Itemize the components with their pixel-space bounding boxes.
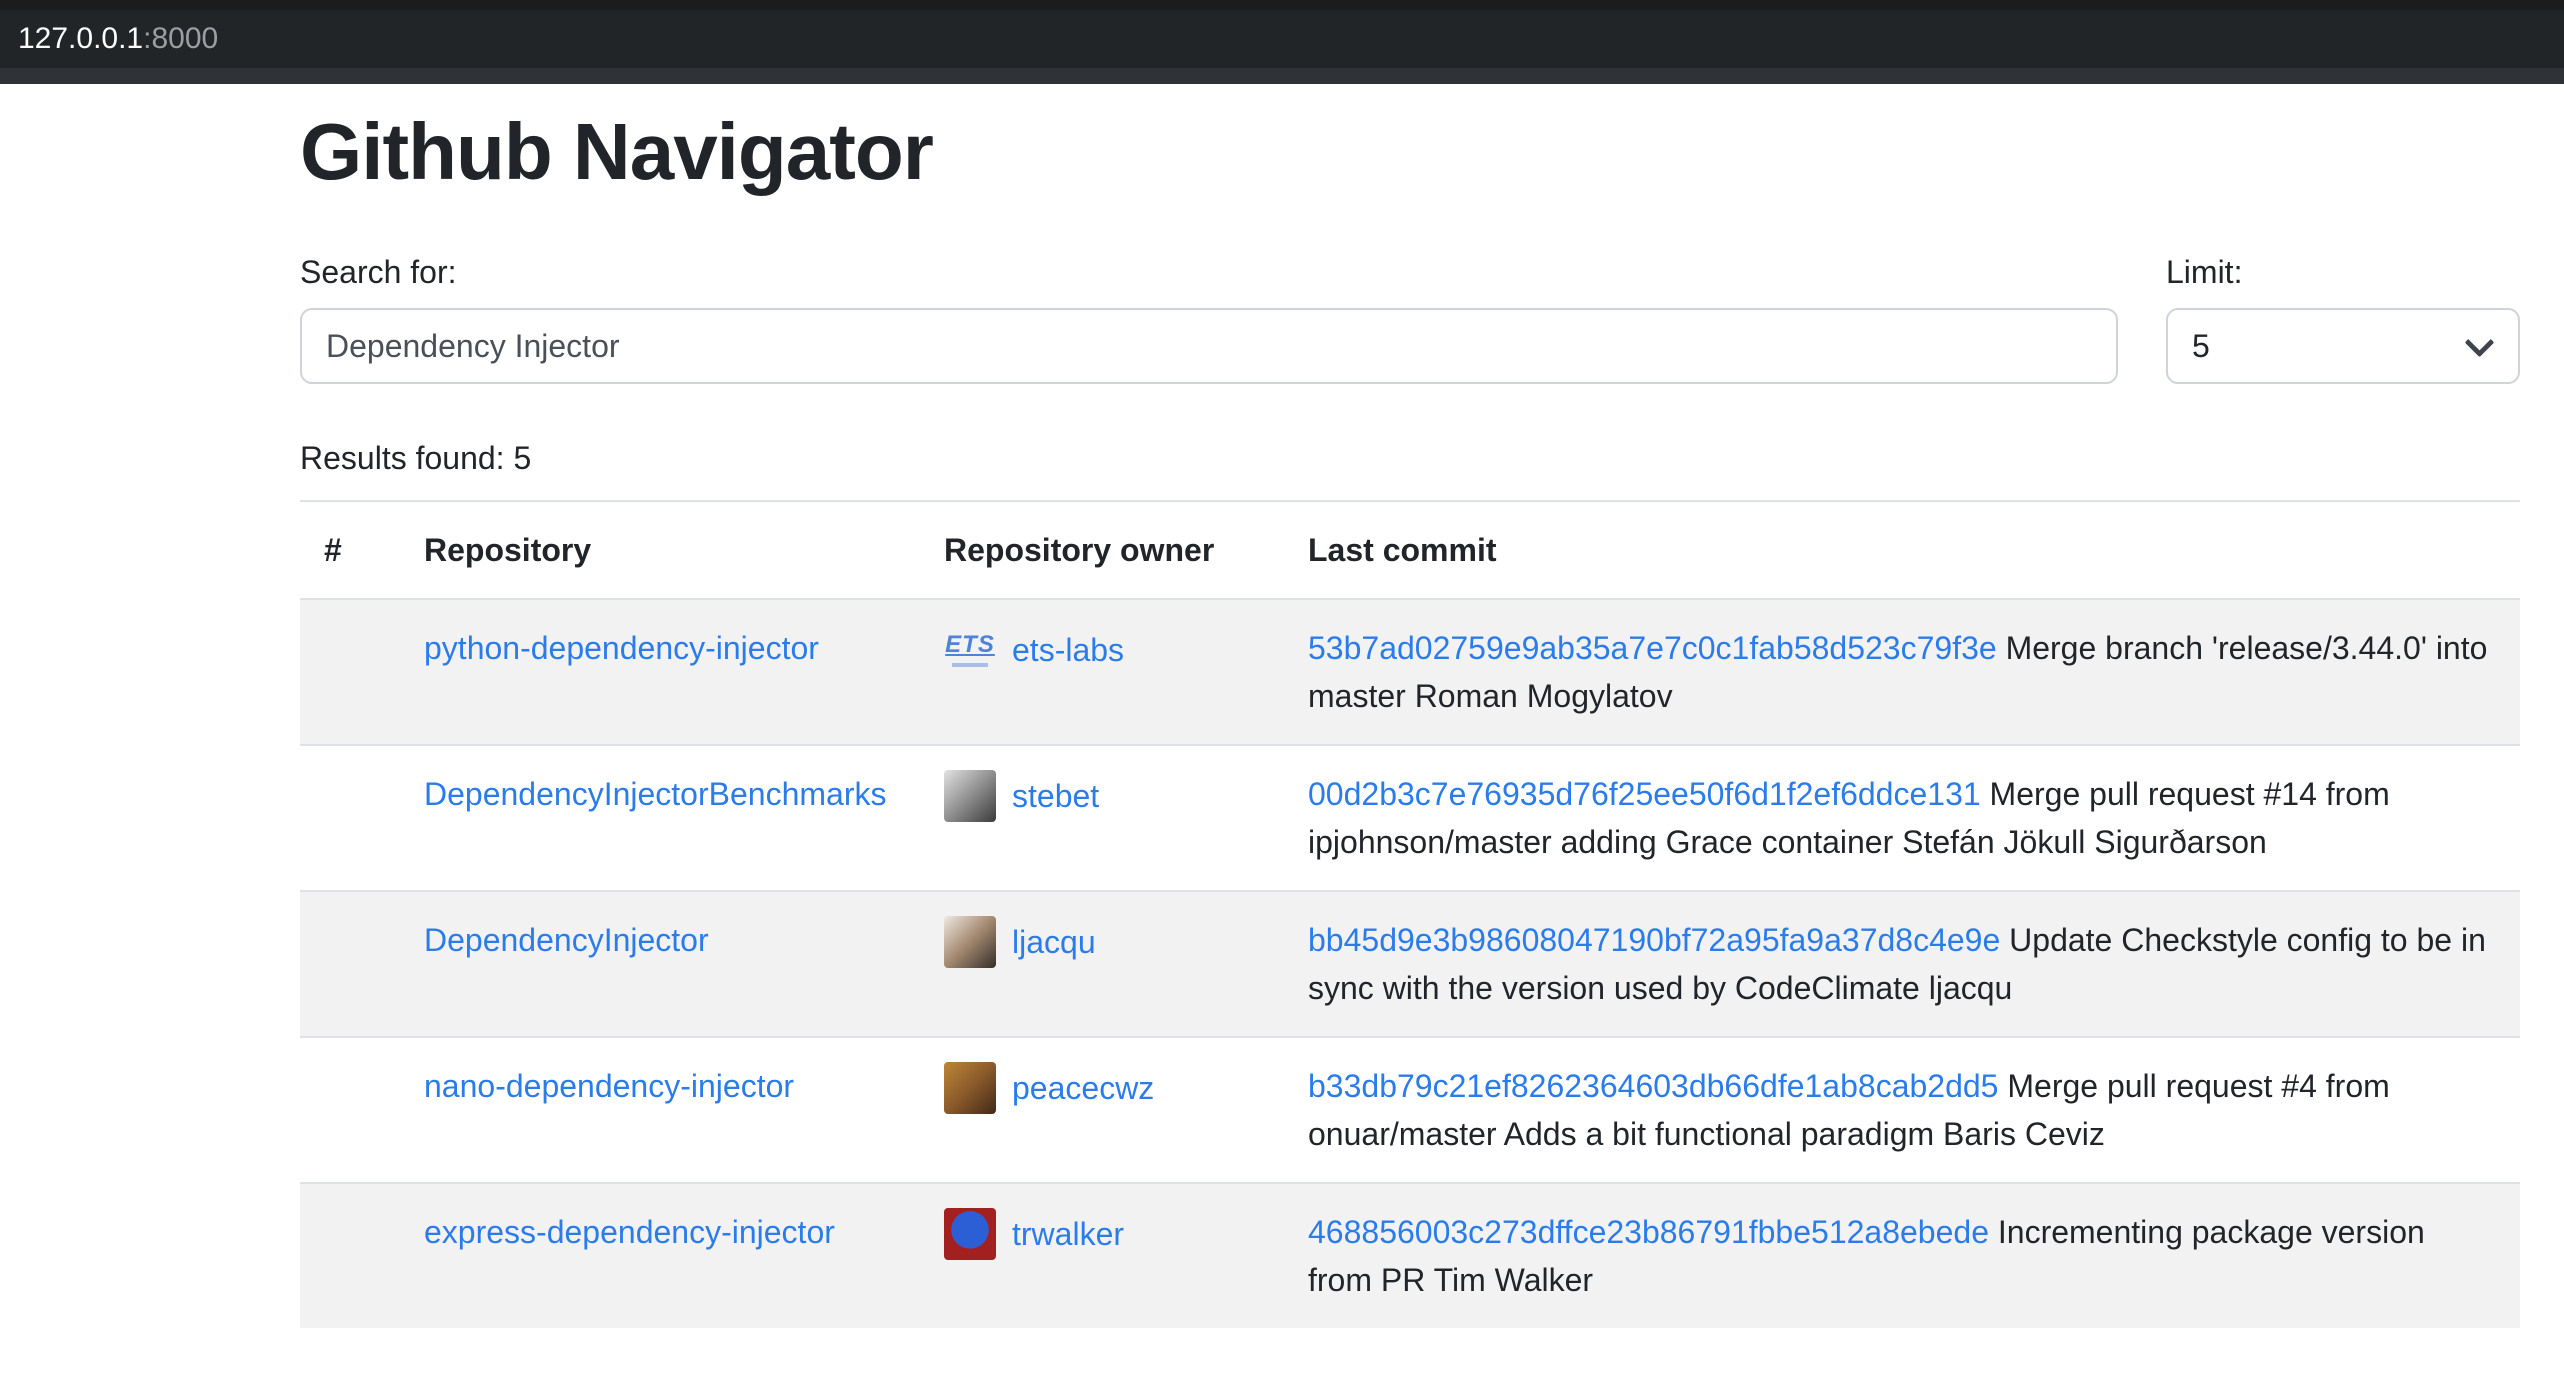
repository-link[interactable]: DependencyInjectorBenchmarks [424, 776, 886, 812]
content-container: Github Navigator Search for: Limit: 5 Re… [300, 104, 2520, 1328]
address-bar[interactable]: 127.0.0.1:8000 [0, 10, 2564, 68]
repository-link[interactable]: python-dependency-injector [424, 630, 819, 666]
url-host: 127.0.0.1 [18, 22, 143, 56]
search-form: Search for: Limit: 5 [300, 248, 2520, 384]
row-number [300, 1037, 400, 1183]
search-label: Search for: [300, 248, 2118, 296]
commit-sha-link[interactable]: 53b7ad02759e9ab35a7e7c0c1fab58d523c79f3e [1308, 630, 1997, 666]
table-row: DependencyInjectorBenchmarks stebet 00d2… [300, 745, 2520, 891]
table-row: DependencyInjector ljacqu bb45d9e3b98608… [300, 891, 2520, 1037]
owner-link[interactable]: peacecwz [1012, 1064, 1154, 1112]
row-number [300, 745, 400, 891]
commit-sha-link[interactable]: 00d2b3c7e76935d76f25ee50f6d1f2ef6ddce131 [1308, 776, 1981, 812]
owner-link[interactable]: stebet [1012, 772, 1099, 820]
owner-avatar: ETS [944, 624, 996, 676]
page: 127.0.0.1:8000 Github Navigator Search f… [0, 0, 2564, 1394]
owner-link[interactable]: trwalker [1012, 1210, 1124, 1258]
commit-sha-link[interactable]: bb45d9e3b98608047190bf72a95fa9a37d8c4e9e [1308, 922, 2000, 958]
table-row: express-dependency-injector trwalker 468… [300, 1183, 2520, 1328]
row-number [300, 1183, 400, 1328]
owner-link[interactable]: ljacqu [1012, 918, 1096, 966]
owner-avatar [944, 1208, 996, 1260]
repository-link[interactable]: express-dependency-injector [424, 1214, 835, 1250]
commit-sha-link[interactable]: 468856003c273dffce23b86791fbbe512a8ebede [1308, 1214, 1989, 1250]
header-repository: Repository [400, 501, 920, 599]
repository-link[interactable]: DependencyInjector [424, 922, 709, 958]
header-owner: Repository owner [920, 501, 1284, 599]
header-number: # [300, 501, 400, 599]
owner-link[interactable]: ets-labs [1012, 626, 1124, 674]
limit-group: Limit: 5 [2166, 248, 2520, 384]
search-input[interactable] [300, 308, 2118, 384]
search-group: Search for: [300, 248, 2118, 384]
browser-chrome-bottom [0, 68, 2564, 84]
row-number [300, 599, 400, 745]
results-summary: Results found: 5 [300, 434, 2520, 482]
page-title: Github Navigator [300, 104, 2520, 200]
owner-avatar [944, 1062, 996, 1114]
table-row: nano-dependency-injector peacecwz b33db7… [300, 1037, 2520, 1183]
owner-avatar [944, 916, 996, 968]
repository-link[interactable]: nano-dependency-injector [424, 1068, 794, 1104]
limit-label: Limit: [2166, 248, 2520, 296]
table-header-row: # Repository Repository owner Last commi… [300, 501, 2520, 599]
browser-chrome-top [0, 0, 2564, 10]
commit-sha-link[interactable]: b33db79c21ef8262364603db66dfe1ab8cab2dd5 [1308, 1068, 1998, 1104]
table-row: python-dependency-injector ETS ets-labs … [300, 599, 2520, 745]
url-port: :8000 [143, 22, 218, 56]
header-commit: Last commit [1284, 501, 2520, 599]
results-table: # Repository Repository owner Last commi… [300, 500, 2520, 1328]
owner-avatar [944, 770, 996, 822]
row-number [300, 891, 400, 1037]
limit-select[interactable]: 5 [2166, 308, 2520, 384]
